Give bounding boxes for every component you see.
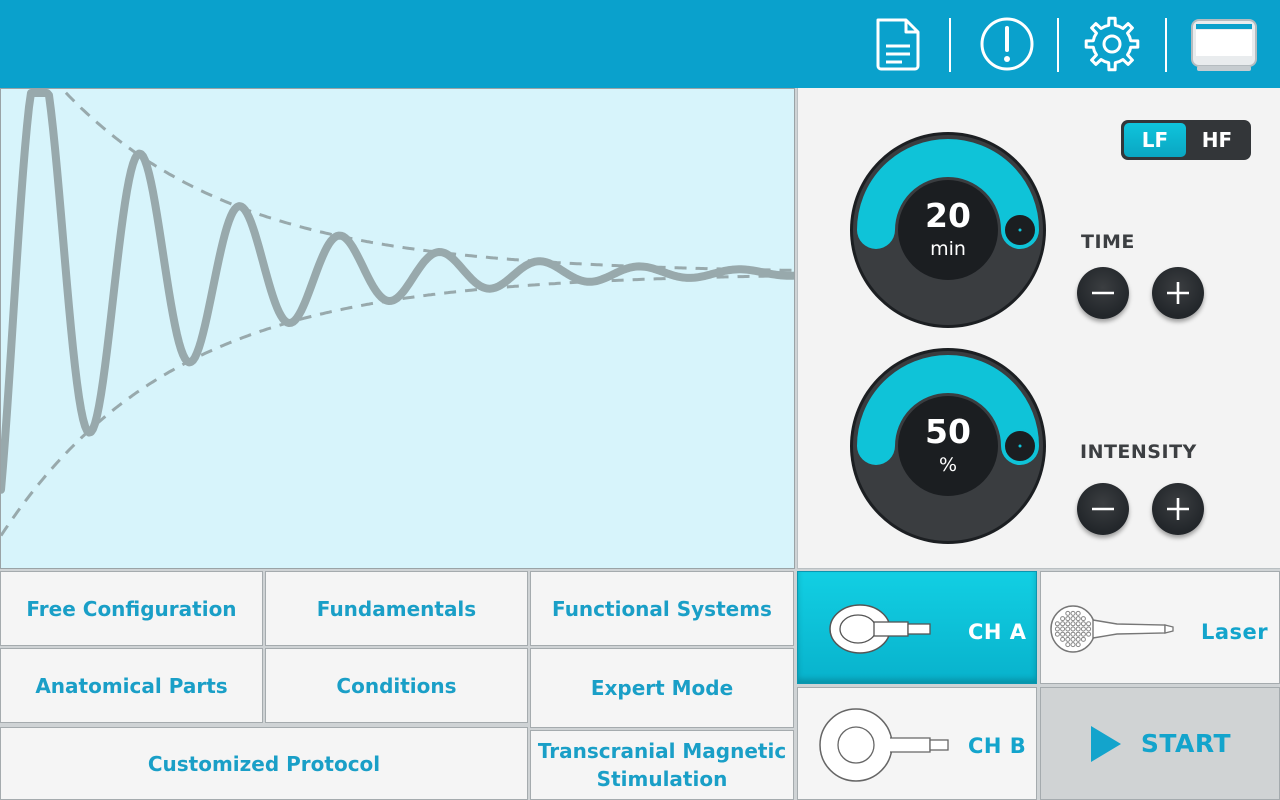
envelope-lower <box>1 274 794 537</box>
separator <box>949 18 951 72</box>
fundamentals-button[interactable]: Fundamentals <box>265 571 528 646</box>
intensity-label: INTENSITY <box>1080 441 1197 463</box>
ch-a-label: CH A <box>968 620 1027 644</box>
lf-option[interactable]: LF <box>1124 123 1186 157</box>
waveform-display <box>0 88 795 569</box>
frequency-mode-toggle[interactable]: LF HF <box>1121 120 1251 160</box>
channel-a-button[interactable]: CH A <box>797 571 1037 684</box>
gear-icon[interactable] <box>1082 14 1142 74</box>
channel-b-button[interactable]: CH B <box>797 687 1037 800</box>
tms-label-line1: Transcranial Magnetic <box>537 739 787 763</box>
tms-label-line2: Stimulation <box>596 767 728 791</box>
expert-mode-button[interactable]: Expert Mode <box>530 648 794 728</box>
laser-label: Laser <box>1201 620 1269 644</box>
alert-icon[interactable] <box>977 14 1037 74</box>
time-increase-button[interactable] <box>1152 267 1204 319</box>
laser-button[interactable]: Laser <box>1040 571 1280 684</box>
intensity-value: 50 <box>925 412 971 451</box>
control-panel: LF HF 20 min TIME 50 % INTENSITY <box>797 88 1280 569</box>
time-knob[interactable]: 20 min <box>848 130 1048 330</box>
minus-icon <box>1092 291 1114 295</box>
hf-option[interactable]: HF <box>1186 123 1248 157</box>
laser-probe-icon <box>1050 605 1174 653</box>
anatomical-parts-button[interactable]: Anatomical Parts <box>0 648 263 723</box>
ch-b-label: CH B <box>968 734 1027 758</box>
intensity-knob[interactable]: 50 % <box>848 346 1048 546</box>
probe-ch-b-icon <box>819 708 949 782</box>
time-unit: min <box>930 238 966 260</box>
separator <box>1165 18 1167 72</box>
time-decrease-button[interactable] <box>1077 267 1129 319</box>
intensity-decrease-button[interactable] <box>1077 483 1129 535</box>
minus-icon <box>1092 507 1114 511</box>
plus-icon <box>1167 498 1189 520</box>
start-label: START <box>1140 729 1232 758</box>
document-icon[interactable] <box>868 14 928 74</box>
time-value: 20 <box>925 196 971 235</box>
separator <box>1057 18 1059 72</box>
free-configuration-button[interactable]: Free Configuration <box>0 571 263 646</box>
start-button[interactable]: START <box>1040 687 1280 800</box>
waveform-graph <box>1 89 794 537</box>
conditions-button[interactable]: Conditions <box>265 648 528 723</box>
functional-systems-button[interactable]: Functional Systems <box>530 571 794 646</box>
time-label: TIME <box>1081 231 1135 253</box>
intensity-unit: % <box>938 454 958 476</box>
plus-icon <box>1167 282 1189 304</box>
device-icon[interactable] <box>1188 14 1260 74</box>
top-bar <box>0 0 1280 88</box>
intensity-increase-button[interactable] <box>1152 483 1204 535</box>
probe-ch-a-icon <box>829 604 931 654</box>
play-icon <box>1090 725 1121 762</box>
customized-protocol-button[interactable]: Customized Protocol <box>0 727 528 800</box>
transcranial-magnetic-stimulation-button[interactable]: Transcranial Magnetic Stimulation <box>530 730 794 800</box>
waveform-line <box>1 89 794 494</box>
